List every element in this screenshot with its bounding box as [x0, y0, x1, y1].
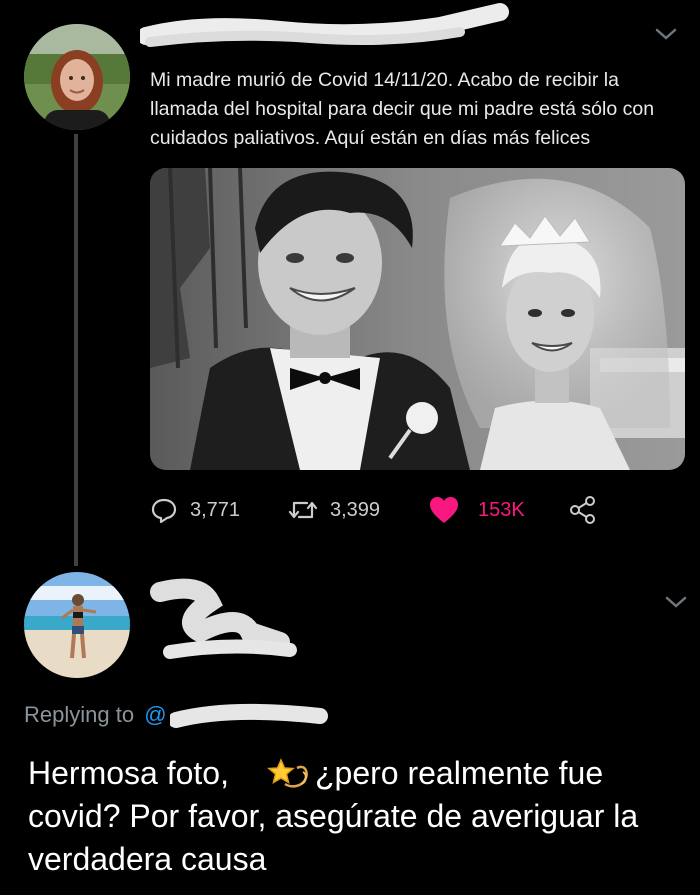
reply-button[interactable]: 3,771	[150, 492, 240, 528]
like-button[interactable]: 153K	[428, 492, 525, 528]
retweet-arrows-icon	[288, 501, 318, 519]
retweet-count: 3,399	[330, 498, 381, 521]
retweet-button[interactable]: 3,399	[288, 492, 380, 528]
share-nodes-icon	[570, 496, 595, 524]
thread-connector-line	[74, 134, 78, 566]
replying-to-label: Replying to	[24, 702, 135, 727]
share-button[interactable]	[568, 492, 598, 528]
reply-count: 3,771	[190, 498, 241, 521]
tweet-actions-bar: 3,771 3,399 153K	[150, 492, 610, 528]
redacted-replied-handle	[170, 703, 328, 728]
reply-text: Hermosa foto, ¿pero realmente fue covid?…	[28, 752, 688, 881]
redacted-replier-name	[150, 578, 297, 659]
replying-to-line: Replying to @	[24, 702, 167, 728]
reply-text-part1: Hermosa foto,	[28, 755, 229, 791]
heart-filled-icon	[430, 497, 458, 523]
reply-options-chevron-icon[interactable]	[664, 594, 688, 610]
redacted-author-name	[140, 3, 509, 47]
like-count: 153K	[478, 498, 525, 521]
tweet-text: Mi madre murió de Covid 14/11/20. Acabo …	[150, 69, 655, 149]
tweet-photo[interactable]	[150, 168, 685, 470]
shooting-star-icon	[267, 758, 308, 788]
author-avatar[interactable]	[24, 24, 130, 130]
replier-avatar[interactable]	[24, 572, 130, 678]
replying-to-handle[interactable]: @	[144, 702, 166, 727]
tweet-options-chevron-icon[interactable]	[654, 26, 678, 42]
reply-bubble-icon	[151, 498, 177, 524]
